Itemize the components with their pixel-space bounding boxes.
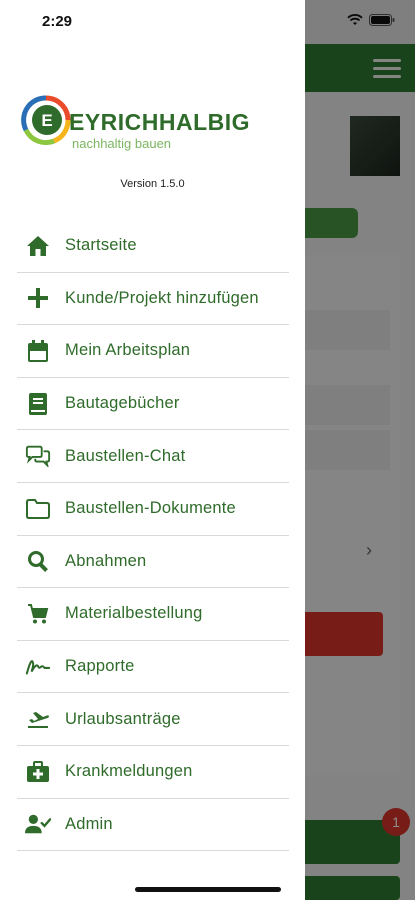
menu-item-rapporte[interactable]: Rapporte [17, 641, 289, 694]
logo-wordmark: EYRICHHALBIG [69, 109, 250, 135]
menu-item-bautagebuecher[interactable]: Bautagebücher [17, 378, 289, 431]
menu-item-label: Bautagebücher [65, 394, 180, 413]
menu-item-label: Urlaubsanträge [65, 709, 181, 728]
folder-icon [25, 496, 51, 522]
company-logo: E EYRICHHALBIG nachhaltig bauen [21, 95, 250, 151]
menu-item-label: Mein Arbeitsplan [65, 341, 191, 360]
menu-item-label: Admin [65, 814, 113, 833]
drawer-menu: Startseite Kunde/Projekt hinzufügen Mein… [17, 220, 289, 852]
cart-icon [25, 601, 51, 627]
menu-item-krankmeldungen[interactable]: Krankmeldungen [17, 746, 289, 799]
menu-item-label: Baustellen-Chat [65, 446, 186, 465]
plus-icon [25, 285, 51, 311]
app-version: Version 1.5.0 [120, 178, 185, 190]
menu-item-mein-arbeitsplan[interactable]: Mein Arbeitsplan [17, 325, 289, 378]
menu-item-label: Rapporte [65, 657, 135, 676]
menu-item-label: Startseite [65, 236, 137, 255]
menu-item-urlaubsantraege[interactable]: Urlaubsanträge [17, 693, 289, 746]
menu-item-label: Krankmeldungen [65, 762, 193, 781]
menu-item-admin[interactable]: Admin [17, 799, 289, 852]
plane-departure-icon [25, 706, 51, 732]
menu-item-label: Materialbestellung [65, 604, 203, 623]
navigation-drawer: 2:29 E EYRICHHALBIG nachhaltig bauen Ver… [0, 0, 305, 900]
menu-item-label: Kunde/Projekt hinzufügen [65, 288, 259, 307]
menu-item-startseite[interactable]: Startseite [17, 220, 289, 273]
menu-item-label: Abnahmen [65, 551, 147, 570]
menu-item-kunde-projekt-hinzufuegen[interactable]: Kunde/Projekt hinzufügen [17, 273, 289, 326]
calendar-icon [25, 338, 51, 364]
user-check-icon [25, 811, 51, 837]
home-icon [25, 233, 51, 259]
home-indicator[interactable] [135, 887, 281, 892]
search-icon [25, 548, 51, 574]
chat-icon [25, 443, 51, 469]
book-icon [25, 391, 51, 417]
logo-tagline: nachhaltig bauen [72, 136, 171, 151]
signature-icon [25, 654, 51, 680]
menu-item-baustellen-dokumente[interactable]: Baustellen-Dokumente [17, 483, 289, 536]
menu-item-baustellen-chat[interactable]: Baustellen-Chat [17, 430, 289, 483]
menu-item-label: Baustellen-Dokumente [65, 499, 236, 518]
status-time: 2:29 [42, 13, 73, 30]
svg-text:E: E [41, 111, 52, 130]
menu-item-abnahmen[interactable]: Abnahmen [17, 536, 289, 589]
menu-item-materialbestellung[interactable]: Materialbestellung [17, 588, 289, 641]
medkit-icon [25, 759, 51, 785]
